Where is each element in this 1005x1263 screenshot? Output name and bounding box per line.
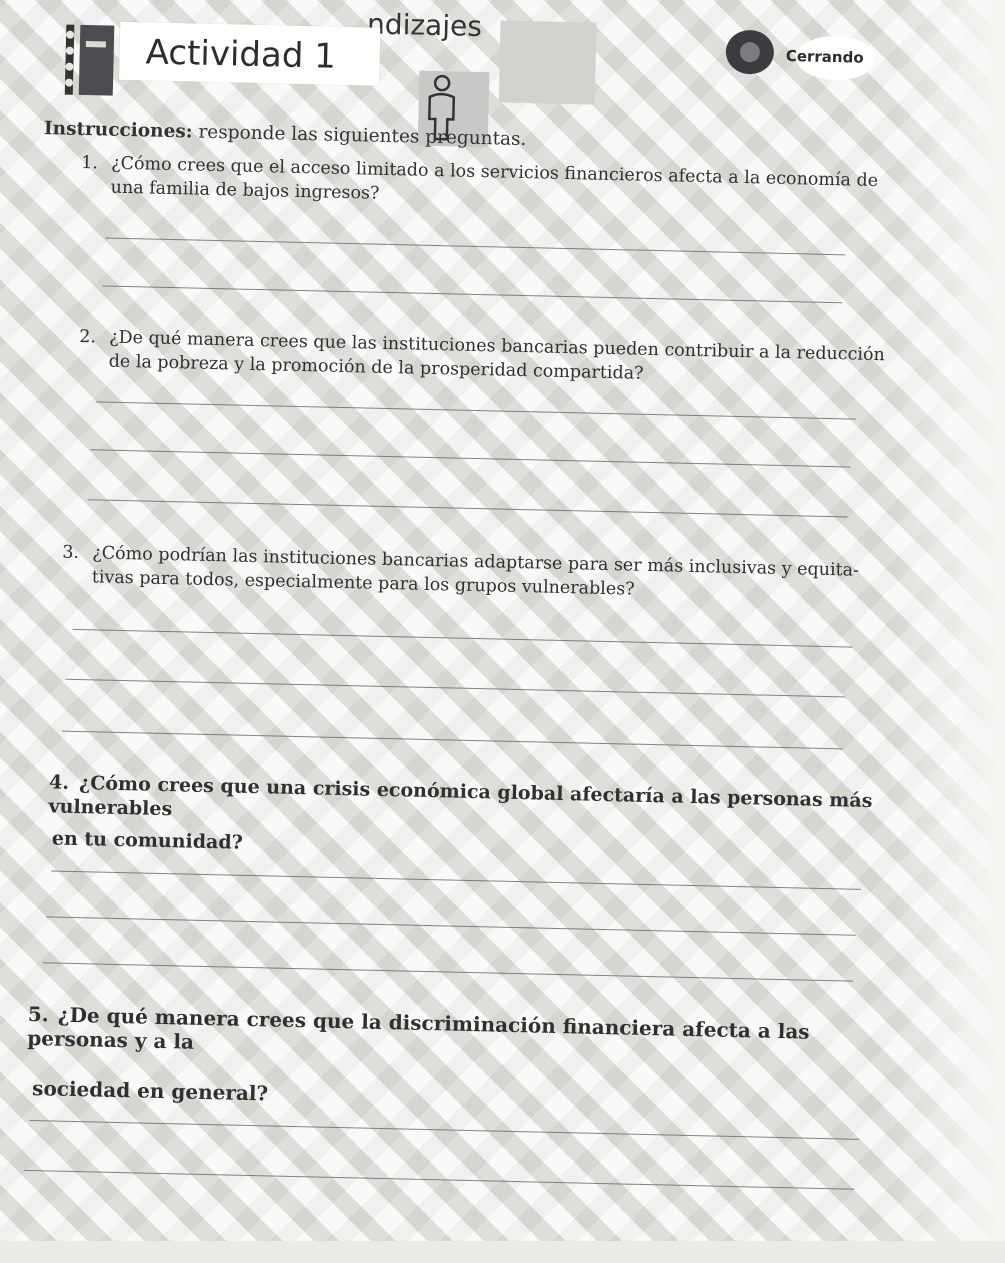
decor-block-2 bbox=[498, 20, 597, 105]
answer-line[interactable] bbox=[65, 678, 846, 698]
instructions-lead: Instrucciones: bbox=[43, 118, 193, 143]
question-1: 1. ¿Cómo crees que el acceso limitado a l… bbox=[80, 151, 901, 218]
question-5: 5. ¿De qué manera crees que la discrimina… bbox=[26, 1002, 888, 1119]
answer-line[interactable] bbox=[46, 916, 856, 936]
answer-line[interactable] bbox=[90, 449, 851, 468]
question-text-cont: en tu comunidad? bbox=[51, 827, 244, 854]
answer-line[interactable] bbox=[29, 1120, 860, 1140]
question-number: 1. bbox=[80, 152, 99, 174]
question-number: 2. bbox=[79, 326, 97, 348]
question-text-cont: sociedad en general? bbox=[31, 1076, 269, 1106]
answer-line[interactable] bbox=[62, 730, 843, 750]
question-3: 3. ¿Cómo podrían las instituciones bancar… bbox=[62, 541, 893, 608]
answer-line[interactable] bbox=[43, 962, 853, 982]
question-text: ¿De qué manera crees que la discriminaci… bbox=[27, 1002, 810, 1054]
question-number: 3. bbox=[62, 542, 80, 564]
answer-line[interactable] bbox=[102, 285, 843, 304]
answer-line[interactable] bbox=[51, 870, 861, 890]
answer-line[interactable] bbox=[105, 237, 846, 256]
question-4: 4. ¿Cómo crees que una crisis económica g… bbox=[48, 770, 890, 869]
answer-line[interactable] bbox=[95, 401, 856, 420]
worksheet-page: ...ndizajes Actividad 1 Cerrando Instruc… bbox=[0, 0, 1005, 1263]
page-title: Actividad 1 bbox=[145, 32, 337, 77]
answer-line[interactable] bbox=[72, 628, 853, 648]
notebook-icon bbox=[64, 24, 115, 96]
question-text: ¿Cómo crees que una crisis económica glo… bbox=[48, 772, 873, 821]
question-number: 4. bbox=[48, 771, 70, 794]
answer-line[interactable] bbox=[87, 499, 848, 518]
question-number: 5. bbox=[27, 1001, 50, 1027]
status-badge: Cerrando bbox=[785, 46, 864, 67]
answer-line[interactable] bbox=[24, 1169, 855, 1190]
question-2: 2. ¿De qué manera crees que las instituci… bbox=[78, 325, 899, 392]
